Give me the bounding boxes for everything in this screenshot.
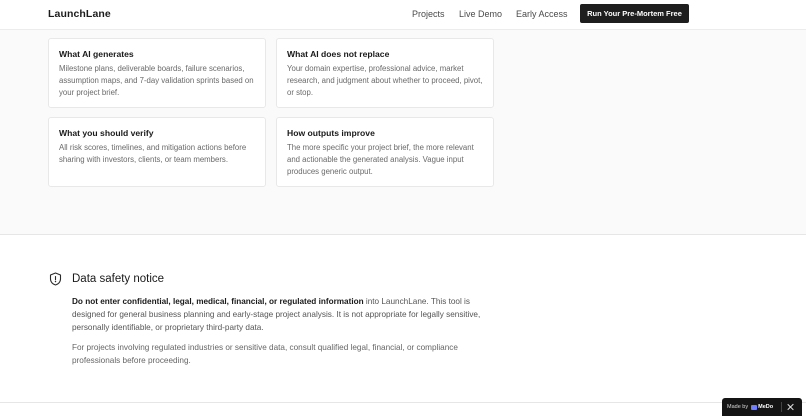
made-by-label: Made by [727,404,749,410]
card-body: Your domain expertise, professional advi… [287,64,483,97]
card-body: The more specific your project brief, th… [287,143,474,176]
safety-notice-title: Data safety notice [72,273,165,285]
info-card-ai-not-replace: What AI does not replace Your domain exp… [276,38,494,108]
medo-logo-icon [751,404,758,410]
nav-link-projects[interactable]: Projects [412,9,445,19]
card-title: What AI generates [59,49,134,59]
ai-info-section: What AI generates Milestone plans, deliv… [0,30,806,235]
run-pre-mortem-button[interactable]: Run Your Pre-Mortem Free [580,4,689,23]
shield-icon [49,272,62,286]
card-body: Milestone plans, deliverable boards, fai… [59,64,254,97]
info-card-ai-generates: What AI generates Milestone plans, deliv… [48,38,266,108]
safety-notice-paragraph: Do not enter confidential, legal, medica… [72,295,492,334]
data-safety-section: Data safety notice Do not enter confiden… [0,235,806,403]
card-title: What AI does not replace [287,49,390,59]
site-header: LaunchLane Projects Live Demo Early Acce… [0,0,806,30]
brand-logo[interactable]: LaunchLane [48,8,111,20]
info-card-outputs-improve: How outputs improve The more specific yo… [276,117,494,187]
card-body: All risk scores, timelines, and mitigati… [59,143,247,164]
badge-divider [781,402,783,412]
info-card-verify: What you should verify All risk scores, … [48,117,266,187]
safety-warning-strong: Do not enter confidential, legal, medica… [72,297,364,306]
card-title: What you should verify [59,128,154,138]
nav-link-live-demo[interactable]: Live Demo [459,9,502,19]
nav-link-early-access[interactable]: Early Access [516,9,568,19]
footer-strip [0,403,806,416]
safety-consult-paragraph: For projects involving regulated industr… [72,343,458,365]
close-icon[interactable] [787,403,795,411]
medo-logo[interactable]: MeDo [751,404,773,410]
medo-brand-name: MeDo [758,404,774,410]
made-by-badge[interactable]: Made by MeDo [722,398,802,416]
card-title: How outputs improve [287,128,375,138]
